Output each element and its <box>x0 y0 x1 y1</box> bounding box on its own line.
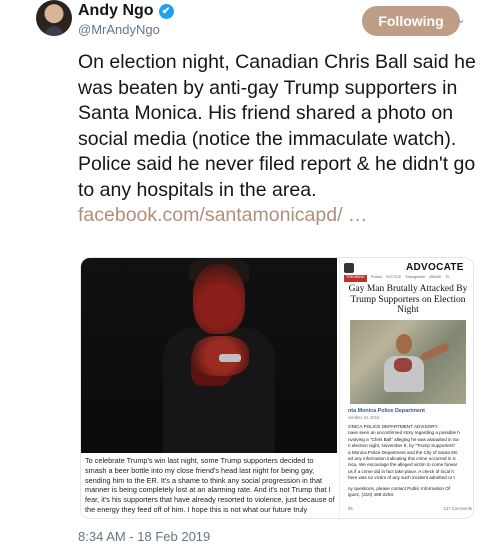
body-line: here was no victim of any such incident … <box>348 475 455 481</box>
chevron-down-icon[interactable]: ⌄ <box>454 12 468 26</box>
article-photo <box>350 320 466 404</box>
nav-item: Politics <box>370 275 383 279</box>
tweet-media[interactable]: To celebrate Trump's win last night, som… <box>80 257 474 519</box>
tweet-timestamp[interactable]: 8:34 AM - 18 Feb 2019 <box>78 529 210 544</box>
comment-count: 137 Comments <box>443 506 472 511</box>
tweet-link[interactable]: facebook.com/santamonicapd/ … <box>78 203 478 229</box>
reaction-count: 85 <box>348 506 353 511</box>
nav-item: Tri <box>445 275 450 279</box>
police-post-title: nta Monica Police Department <box>348 408 425 414</box>
facebook-post-screenshot[interactable]: To celebrate Trump's win last night, som… <box>81 258 337 518</box>
post-caption: To celebrate Trump's win last night, som… <box>85 456 335 514</box>
police-post-date: vember 10, 2016 · <box>348 415 382 420</box>
advocate-headline: Gay Man Brutally Attacked By Trump Suppo… <box>348 284 468 315</box>
body-line: iguez, (310) 458-2293. <box>348 492 395 498</box>
advocate-logo: ADVOCATE <box>406 262 464 273</box>
advocate-topbar: ADVOCATE <box>344 261 472 274</box>
body-line: nica. We encourage the alleged victim to… <box>348 462 458 468</box>
verified-badge-icon: ✔ <box>158 3 174 19</box>
tweet-body: On election night, Canadian Chris Ball s… <box>78 51 476 201</box>
police-post-footer: 85 137 Comments <box>348 506 472 511</box>
nav-item: SCOTUS <box>386 275 402 279</box>
author-display-name[interactable]: Andy Ngo <box>78 2 154 20</box>
author-handle[interactable]: @MrAndyNgo <box>78 22 160 37</box>
injured-man-photo <box>81 258 337 453</box>
nav-item: #50x50 <box>429 275 442 279</box>
tweet-text: On election night, Canadian Chris Ball s… <box>78 50 478 229</box>
police-post-body: ONICA POLICE DEPARTMENT ADVISORY: nave s… <box>348 424 472 498</box>
avatar[interactable] <box>36 0 72 36</box>
advocate-nav: TRENDING Politics SCOTUS Transgender #50… <box>344 275 472 282</box>
author-name-row: Andy Ngo ✔ <box>78 2 174 20</box>
tweet-header: Andy Ngo ✔ @MrAndyNgo Following ⌄ <box>36 0 476 48</box>
advocate-small-logo-icon <box>344 262 354 273</box>
nav-item: TRENDING <box>344 275 367 282</box>
nav-item: Transgender <box>405 275 426 279</box>
body-line: n election night, November 8, by "Trump … <box>348 443 457 449</box>
body-line: nave seen an unconfirmed story regarding… <box>348 430 460 436</box>
watch-icon <box>219 354 241 362</box>
following-button[interactable]: Following <box>362 6 460 36</box>
advocate-article-screenshot[interactable]: ADVOCATE TRENDING Politics SCOTUS Transg… <box>339 258 473 518</box>
